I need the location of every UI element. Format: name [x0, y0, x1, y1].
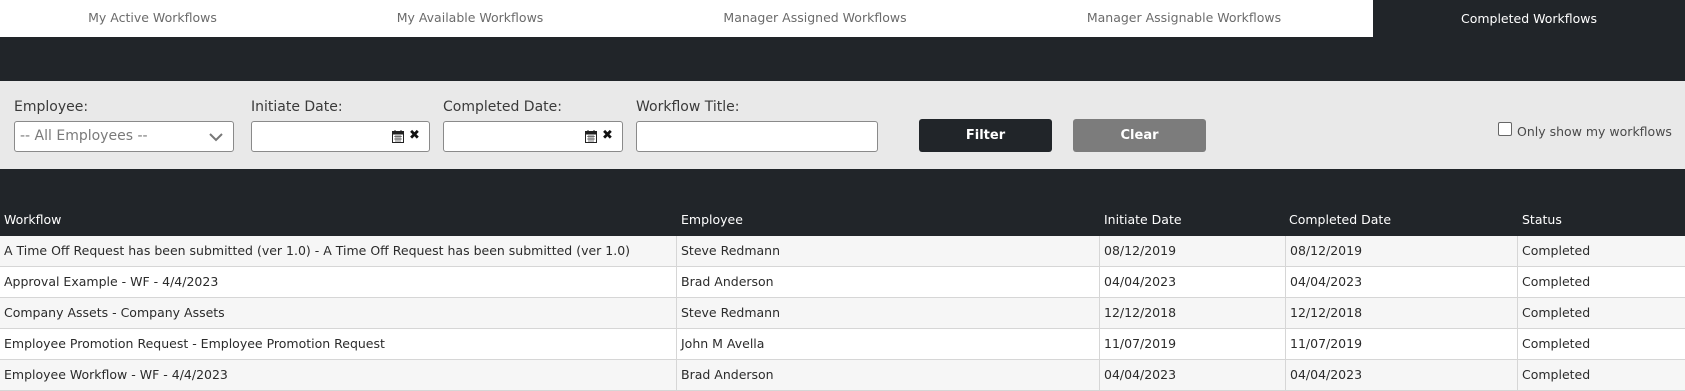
column-header-status[interactable]: Status: [1522, 212, 1562, 227]
cell-status: Completed: [1517, 267, 1685, 297]
calendar-icon[interactable]: [392, 130, 404, 143]
completed-date-label: Completed Date:: [443, 99, 562, 115]
cell-status: Completed: [1517, 329, 1685, 359]
workflow-title-label: Workflow Title:: [636, 99, 740, 115]
cell-completed-date: 08/12/2019: [1285, 236, 1517, 266]
cell-workflow[interactable]: Company Assets - Company Assets: [0, 298, 676, 328]
cell-employee: John M Avella: [676, 329, 1099, 359]
tab-manager-assignable-workflows[interactable]: Manager Assignable Workflows: [995, 0, 1373, 37]
workflow-tabs: My Active Workflows My Available Workflo…: [0, 0, 1685, 37]
table-row[interactable]: Employee Promotion Request - Employee Pr…: [0, 329, 1685, 360]
cell-status: Completed: [1517, 236, 1685, 266]
column-header-workflow[interactable]: Workflow: [4, 212, 61, 227]
column-header-initiate-date[interactable]: Initiate Date: [1104, 212, 1182, 227]
table-row[interactable]: A Time Off Request has been submitted (v…: [0, 236, 1685, 267]
cell-completed-date: 11/07/2019: [1285, 329, 1517, 359]
column-header-employee[interactable]: Employee: [681, 212, 743, 227]
table-header: Workflow Employee Initiate Date Complete…: [0, 169, 1685, 236]
cell-initiate-date: 08/12/2019: [1099, 236, 1285, 266]
cell-employee: Steve Redmann: [676, 298, 1099, 328]
only-show-my-workflows-label[interactable]: Only show my workflows: [1517, 124, 1672, 139]
clear-button[interactable]: Clear: [1073, 119, 1206, 152]
cell-completed-date: 04/04/2023: [1285, 267, 1517, 297]
employee-label: Employee:: [14, 99, 89, 115]
cell-status: Completed: [1517, 298, 1685, 328]
clear-initiate-date-icon[interactable]: ✖: [409, 128, 420, 143]
tab-my-available-workflows[interactable]: My Available Workflows: [305, 0, 635, 37]
cell-workflow[interactable]: Approval Example - WF - 4/4/2023: [0, 267, 676, 297]
cell-status: Completed: [1517, 360, 1685, 390]
filter-button[interactable]: Filter: [919, 119, 1052, 152]
clear-completed-date-icon[interactable]: ✖: [602, 128, 613, 143]
table-row[interactable]: Employee Workflow - WF - 4/4/2023 Brad A…: [0, 360, 1685, 391]
column-header-completed-date[interactable]: Completed Date: [1289, 212, 1391, 227]
header-band: [0, 37, 1685, 81]
initiate-date-input[interactable]: ✖: [251, 121, 430, 152]
calendar-icon[interactable]: [585, 130, 597, 143]
cell-initiate-date: 04/04/2023: [1099, 360, 1285, 390]
cell-workflow[interactable]: A Time Off Request has been submitted (v…: [0, 236, 676, 266]
workflow-title-input[interactable]: [636, 121, 878, 152]
cell-completed-date: 12/12/2018: [1285, 298, 1517, 328]
employee-select-value: -- All Employees --: [20, 128, 148, 144]
cell-initiate-date: 04/04/2023: [1099, 267, 1285, 297]
employee-select[interactable]: -- All Employees --: [14, 121, 234, 152]
tab-manager-assigned-workflows[interactable]: Manager Assigned Workflows: [635, 0, 995, 37]
cell-employee: Steve Redmann: [676, 236, 1099, 266]
chevron-down-icon: [209, 133, 223, 142]
cell-completed-date: 04/04/2023: [1285, 360, 1517, 390]
completed-date-input[interactable]: ✖: [443, 121, 623, 152]
cell-initiate-date: 12/12/2018: [1099, 298, 1285, 328]
table-row[interactable]: Approval Example - WF - 4/4/2023 Brad An…: [0, 267, 1685, 298]
cell-employee: Brad Anderson: [676, 360, 1099, 390]
only-show-my-workflows-checkbox[interactable]: [1498, 122, 1512, 136]
filter-panel: Employee: -- All Employees -- Initiate D…: [0, 81, 1685, 169]
tab-my-active-workflows[interactable]: My Active Workflows: [0, 0, 305, 37]
table-row[interactable]: Company Assets - Company Assets Steve Re…: [0, 298, 1685, 329]
cell-employee: Brad Anderson: [676, 267, 1099, 297]
cell-initiate-date: 11/07/2019: [1099, 329, 1285, 359]
initiate-date-label: Initiate Date:: [251, 99, 343, 115]
tab-completed-workflows[interactable]: Completed Workflows: [1373, 0, 1685, 37]
cell-workflow[interactable]: Employee Promotion Request - Employee Pr…: [0, 329, 676, 359]
cell-workflow[interactable]: Employee Workflow - WF - 4/4/2023: [0, 360, 676, 390]
